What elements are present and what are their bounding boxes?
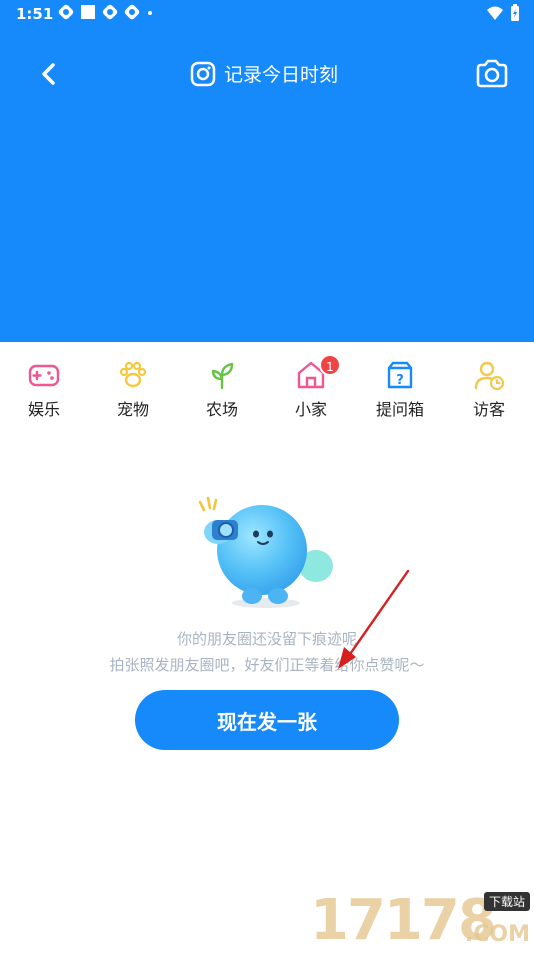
back-button[interactable] xyxy=(34,58,66,90)
camera-icon xyxy=(476,59,508,88)
status-time: 1:51 xyxy=(16,5,54,23)
paw-icon xyxy=(119,361,147,388)
wifi-icon xyxy=(487,6,503,20)
empty-state-hint: 拍张照发朋友圈吧，好友们正等着给你点赞呢～ xyxy=(109,656,425,674)
svg-text:?: ? xyxy=(396,373,404,388)
mascot-illustration xyxy=(198,496,333,608)
nav-item-home[interactable]: 1 小家 xyxy=(273,354,349,420)
nav-item-pet[interactable]: 宠物 xyxy=(95,360,171,420)
visitor-icon xyxy=(474,361,505,390)
status-notification-icons xyxy=(58,4,154,20)
sync-icon xyxy=(58,4,74,20)
header-banner xyxy=(0,0,534,342)
watermark-logo: 17178 下载站 .COM xyxy=(306,888,534,953)
gamepad-icon xyxy=(28,364,60,387)
annotation-arrow xyxy=(338,569,410,669)
page-title: 记录今日时刻 xyxy=(224,64,339,86)
nav-item-farm[interactable]: 农场 xyxy=(184,360,260,420)
battery-icon xyxy=(511,4,519,21)
status-system-icons xyxy=(486,4,520,22)
empty-state-message: 你的朋友圈还没留下痕迹呢 xyxy=(176,630,357,648)
sync-icon xyxy=(102,4,118,20)
header-title-group: 记录今日时刻 xyxy=(190,60,338,87)
camera-button[interactable] xyxy=(474,58,510,90)
watermark-domain: .COM xyxy=(464,922,530,947)
dot-icon xyxy=(148,11,152,15)
chevron-left-icon xyxy=(42,63,55,85)
nav-label: 农场 xyxy=(205,400,238,419)
sync-icon xyxy=(124,4,140,20)
watermark-tag: 下载站 xyxy=(483,892,530,911)
nav-item-entertainment[interactable]: 娱乐 xyxy=(6,360,82,420)
nav-label: 访客 xyxy=(472,400,505,419)
nav-label: 娱乐 xyxy=(27,400,60,419)
question-box-icon: ? xyxy=(387,361,413,389)
square-icon xyxy=(81,5,95,19)
instagram-icon xyxy=(190,61,216,86)
nav-label: 宠物 xyxy=(116,400,149,419)
nav-item-visitors[interactable]: 访客 xyxy=(451,360,527,420)
feature-nav: 娱乐 宠物 农场 1 小家 ? 提问箱 访客 xyxy=(0,354,534,430)
nav-item-question-box[interactable]: ? 提问箱 xyxy=(362,360,438,420)
nav-label: 提问箱 xyxy=(375,400,424,419)
sprout-icon xyxy=(211,362,234,390)
status-bar: 1:51 xyxy=(0,0,534,28)
notification-badge: 1 xyxy=(319,354,341,376)
post-now-button[interactable]: 现在发一张 xyxy=(135,690,399,750)
nav-label: 小家 xyxy=(294,400,327,419)
